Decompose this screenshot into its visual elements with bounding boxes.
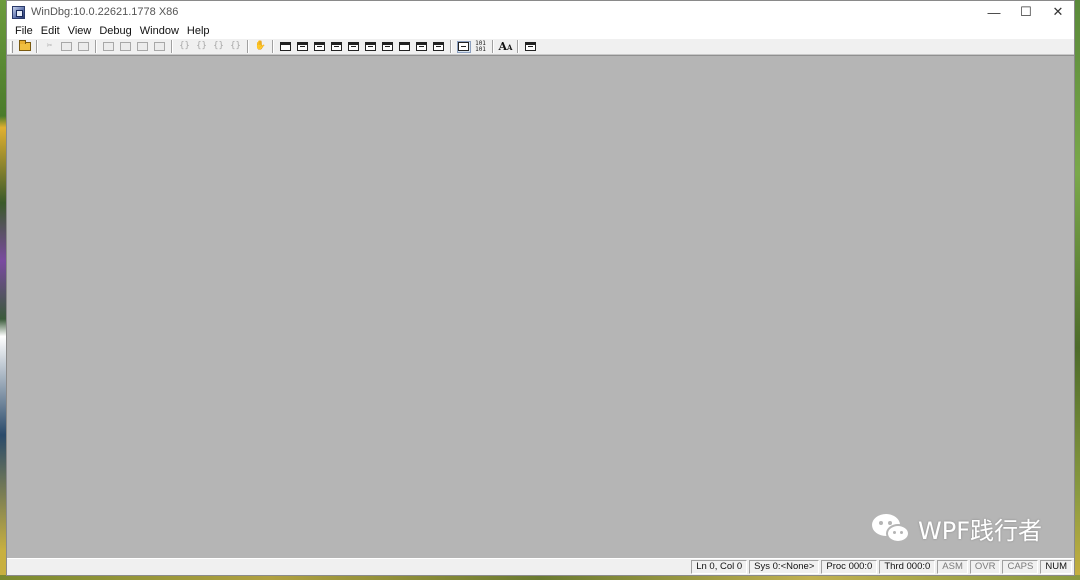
stop-icon <box>137 42 148 51</box>
source-mode-icon <box>458 42 469 51</box>
call-stack-window-icon <box>365 42 376 51</box>
minimize-button[interactable]: — <box>978 1 1010 23</box>
break-button[interactable]: ✋ <box>254 41 268 53</box>
hex-mode-icon: 101 101 <box>475 39 486 53</box>
toolbar: ✂ {} {} {} {} ✋ 101 101 AA <box>7 38 1074 55</box>
wechat-eye <box>899 530 903 534</box>
cut-button[interactable]: ✂ <box>43 41 57 53</box>
go-icon <box>103 42 114 51</box>
menu-bar: File Edit View Debug Window Help <box>7 23 1074 38</box>
wechat-eye <box>878 520 883 525</box>
call-stack-window-button[interactable] <box>364 41 378 53</box>
step-into-icon: {} <box>179 41 190 51</box>
restart-icon <box>120 42 131 51</box>
locals-window-icon <box>314 42 325 51</box>
command-window-icon <box>280 42 291 51</box>
hex-mode-button[interactable]: 101 101 <box>474 39 488 53</box>
run-to-cursor-button[interactable]: {} <box>229 41 243 53</box>
detach-button[interactable] <box>153 41 167 53</box>
paste-button[interactable] <box>77 41 91 53</box>
mdi-client-area[interactable]: WPF践行者 <box>7 55 1074 558</box>
toolbar-separator <box>36 40 38 53</box>
copy-icon <box>61 42 72 51</box>
options-button[interactable] <box>524 41 538 53</box>
status-sys: Sys 0:<None> <box>749 560 820 574</box>
menu-edit[interactable]: Edit <box>37 25 64 37</box>
toolbar-separator <box>492 40 494 53</box>
scratch-pad-button[interactable] <box>398 41 412 53</box>
status-thrd: Thrd 000:0 <box>879 560 936 574</box>
command-window-button[interactable] <box>279 41 293 53</box>
window-controls: — ☐ ✕ <box>978 1 1074 23</box>
source-mode-button[interactable] <box>456 40 471 53</box>
memory-window-icon <box>348 42 359 51</box>
copy-button[interactable] <box>60 41 74 53</box>
status-ovr: OVR <box>969 560 1001 574</box>
processes-threads-button[interactable] <box>415 41 429 53</box>
toolbar-separator <box>247 40 249 53</box>
open-folder-button[interactable] <box>18 40 32 53</box>
status-asm: ASM <box>937 560 968 574</box>
status-num: NUM <box>1040 560 1072 574</box>
watch-window-icon <box>297 42 308 51</box>
disassembly-window-button[interactable] <box>381 41 395 53</box>
step-out-icon: {} <box>213 41 224 51</box>
status-caps: CAPS <box>1002 560 1039 574</box>
options-icon <box>525 42 536 51</box>
watermark-text: WPF践行者 <box>917 517 1042 545</box>
step-over-icon: {} <box>196 41 207 51</box>
toolbar-separator <box>517 40 519 53</box>
processes-threads-icon <box>416 42 427 51</box>
scissors-icon: ✂ <box>46 41 53 51</box>
wechat-icon <box>871 512 914 546</box>
stop-debugging-button[interactable] <box>136 41 150 53</box>
toolbar-separator <box>95 40 97 53</box>
watch-window-button[interactable] <box>296 41 310 53</box>
menu-help[interactable]: Help <box>183 25 214 37</box>
window-icon <box>433 42 444 51</box>
status-proc: Proc 000:0 <box>821 560 878 574</box>
windbg-window: WinDbg:10.0.22621.1778 X86 — ☐ ✕ File Ed… <box>6 0 1075 576</box>
font-icon: AA <box>499 40 513 53</box>
extra-window-button[interactable] <box>432 41 446 53</box>
status-bar: Ln 0, Col 0 Sys 0:<None> Proc 000:0 Thrd… <box>7 558 1074 575</box>
hand-icon: ✋ <box>254 41 267 51</box>
toolbar-separator <box>272 40 274 53</box>
disassembly-window-icon <box>382 42 393 51</box>
watermark: WPF践行者 <box>871 511 1042 546</box>
menu-view[interactable]: View <box>64 25 96 37</box>
font-icon-small-letter: A <box>507 43 513 52</box>
close-button[interactable]: ✕ <box>1042 1 1074 23</box>
wechat-bubble-small <box>885 523 910 543</box>
wechat-eye <box>892 530 896 534</box>
registers-window-button[interactable] <box>330 41 344 53</box>
toolbar-separator <box>171 40 173 53</box>
registers-window-icon <box>331 42 342 51</box>
step-into-button[interactable]: {} <box>178 41 192 53</box>
restart-button[interactable] <box>119 41 133 53</box>
go-button[interactable] <box>102 41 116 53</box>
scratch-pad-icon <box>399 42 410 51</box>
menu-window[interactable]: Window <box>136 25 183 37</box>
windbg-app-icon[interactable] <box>12 5 25 19</box>
folder-icon <box>18 40 31 51</box>
font-button[interactable]: AA <box>499 40 513 53</box>
status-ln-col: Ln 0, Col 0 <box>691 560 748 574</box>
step-out-button[interactable]: {} <box>212 41 226 53</box>
detach-icon <box>154 42 165 51</box>
run-to-cursor-icon: {} <box>230 41 241 51</box>
wechat-eye <box>887 520 892 525</box>
paste-icon <box>78 42 89 51</box>
font-icon-large-letter: A <box>498 40 508 53</box>
toolbar-separator <box>450 40 452 53</box>
toolbar-grip[interactable] <box>10 40 13 53</box>
window-title: WinDbg:10.0.22621.1778 X86 <box>31 6 179 18</box>
maximize-button[interactable]: ☐ <box>1010 1 1042 23</box>
menu-file[interactable]: File <box>11 25 37 37</box>
memory-window-button[interactable] <box>347 41 361 53</box>
locals-window-button[interactable] <box>313 41 327 53</box>
title-bar[interactable]: WinDbg:10.0.22621.1778 X86 — ☐ ✕ <box>7 1 1074 23</box>
step-over-button[interactable]: {} <box>195 41 209 53</box>
menu-debug[interactable]: Debug <box>95 25 135 37</box>
